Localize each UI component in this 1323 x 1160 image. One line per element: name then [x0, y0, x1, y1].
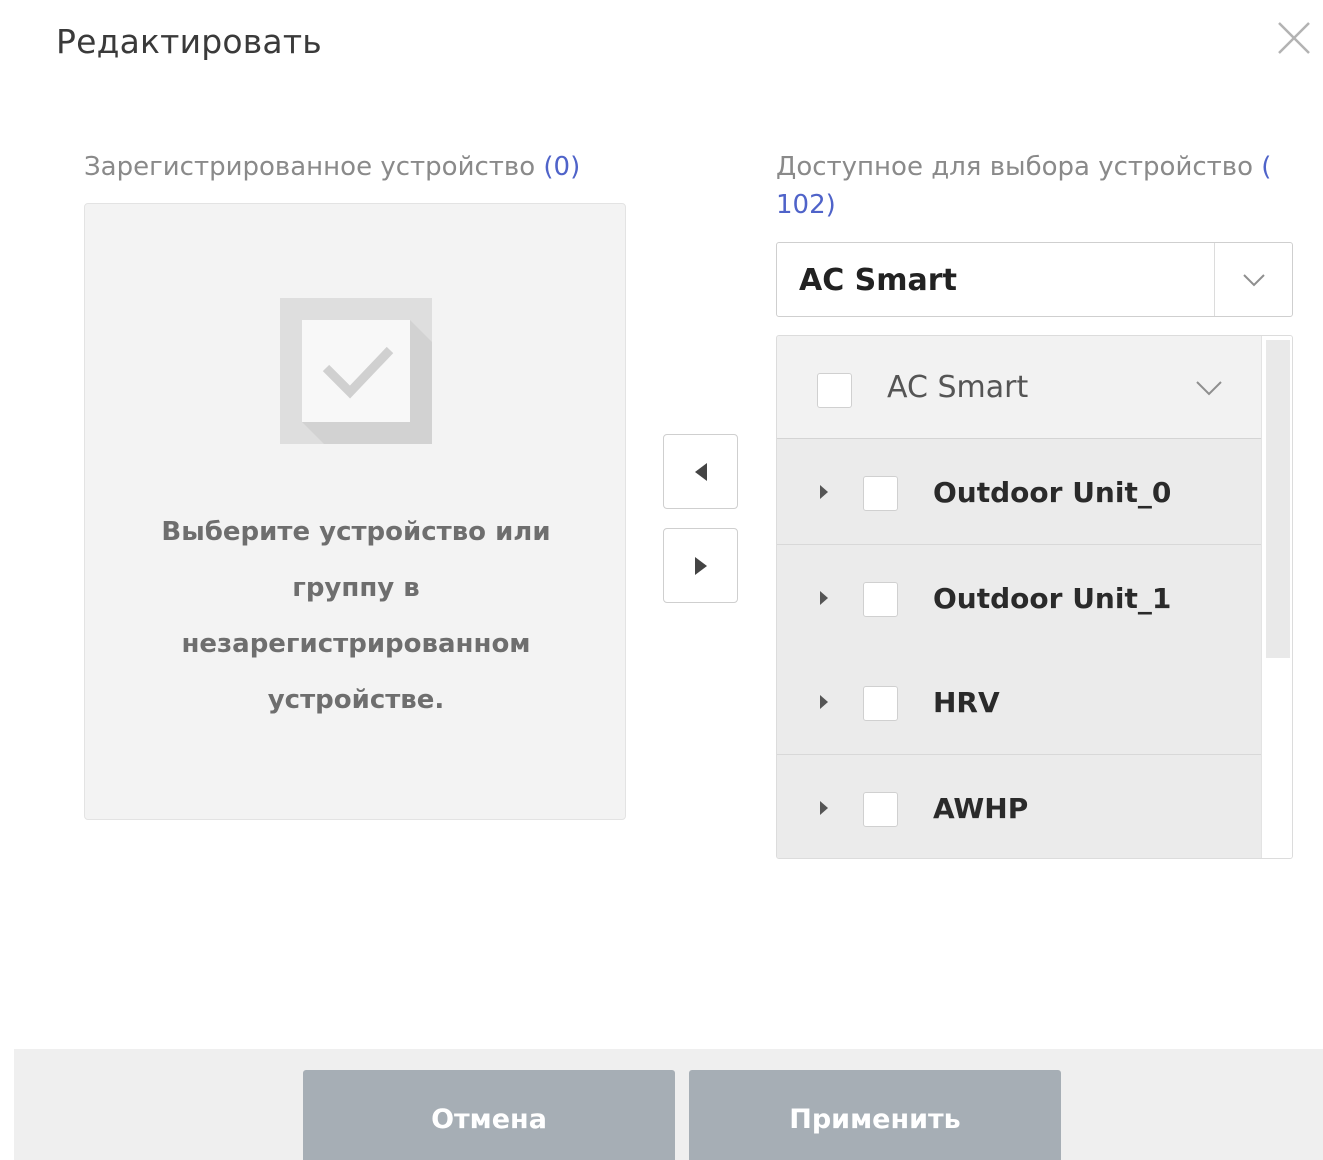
dialog-title: Редактировать — [56, 22, 322, 61]
edit-dialog: Редактировать Зарегистрированное устройс… — [0, 0, 1323, 1160]
list-item[interactable]: Outdoor Unit_0 — [777, 440, 1261, 545]
scrollbar-thumb[interactable] — [1266, 340, 1290, 658]
group-header-label: AC Smart — [887, 370, 1029, 405]
registered-devices-label: Зарегистрированное устройство (0) — [84, 148, 580, 186]
caret-right-icon[interactable] — [817, 588, 831, 608]
item-label: AWHP — [933, 792, 1029, 825]
chevron-down-icon — [1243, 273, 1265, 286]
caret-right-icon — [694, 556, 707, 575]
available-label-text: Доступное для выбора устройство — [776, 152, 1254, 182]
close-icon — [1278, 22, 1310, 54]
device-type-select[interactable]: AC Smart — [776, 242, 1293, 317]
item-checkbox[interactable] — [863, 792, 898, 827]
apply-button[interactable]: Применить — [689, 1070, 1061, 1160]
item-label: Outdoor Unit_0 — [933, 476, 1172, 509]
device-type-select-value: AC Smart — [799, 263, 957, 298]
caret-right-icon[interactable] — [817, 482, 831, 502]
caret-left-icon — [694, 462, 707, 481]
item-label: Outdoor Unit_1 — [933, 582, 1172, 615]
item-checkbox[interactable] — [863, 686, 898, 721]
empty-state-message: Выберите устройство или группу в незарег… — [161, 517, 551, 715]
item-label: HRV — [933, 686, 1000, 719]
cancel-button[interactable]: Отмена — [303, 1070, 675, 1160]
select-chevron[interactable] — [1215, 243, 1293, 316]
list-group-header[interactable]: AC Smart — [777, 336, 1261, 439]
list-item[interactable]: Outdoor Unit_1 — [777, 546, 1261, 651]
close-button[interactable] — [1274, 18, 1314, 58]
registered-devices-panel: Выберите устройство или группу в незарег… — [84, 203, 626, 820]
list-item[interactable]: HRV — [777, 650, 1261, 755]
list-scrollbar[interactable] — [1261, 336, 1292, 858]
select-all-checkbox[interactable] — [817, 373, 852, 408]
registered-count: (0) — [543, 152, 581, 182]
list-item[interactable]: AWHP — [777, 756, 1261, 858]
caret-right-icon[interactable] — [817, 798, 831, 818]
checkbox-check-icon — [280, 298, 432, 444]
dialog-footer: Отмена Применить — [14, 1049, 1323, 1160]
available-devices-label: Доступное для выбора устройство ( 102) — [776, 148, 1306, 224]
chevron-down-icon[interactable] — [1193, 374, 1225, 402]
registered-label-text: Зарегистрированное устройство — [84, 152, 536, 182]
available-devices-list: AC Smart Outdoor Unit_0 Outdoor Unit_1 H… — [776, 335, 1293, 859]
caret-right-icon[interactable] — [817, 692, 831, 712]
item-checkbox[interactable] — [863, 582, 898, 617]
move-left-button[interactable] — [663, 434, 738, 509]
move-right-button[interactable] — [663, 528, 738, 603]
item-checkbox[interactable] — [863, 476, 898, 511]
